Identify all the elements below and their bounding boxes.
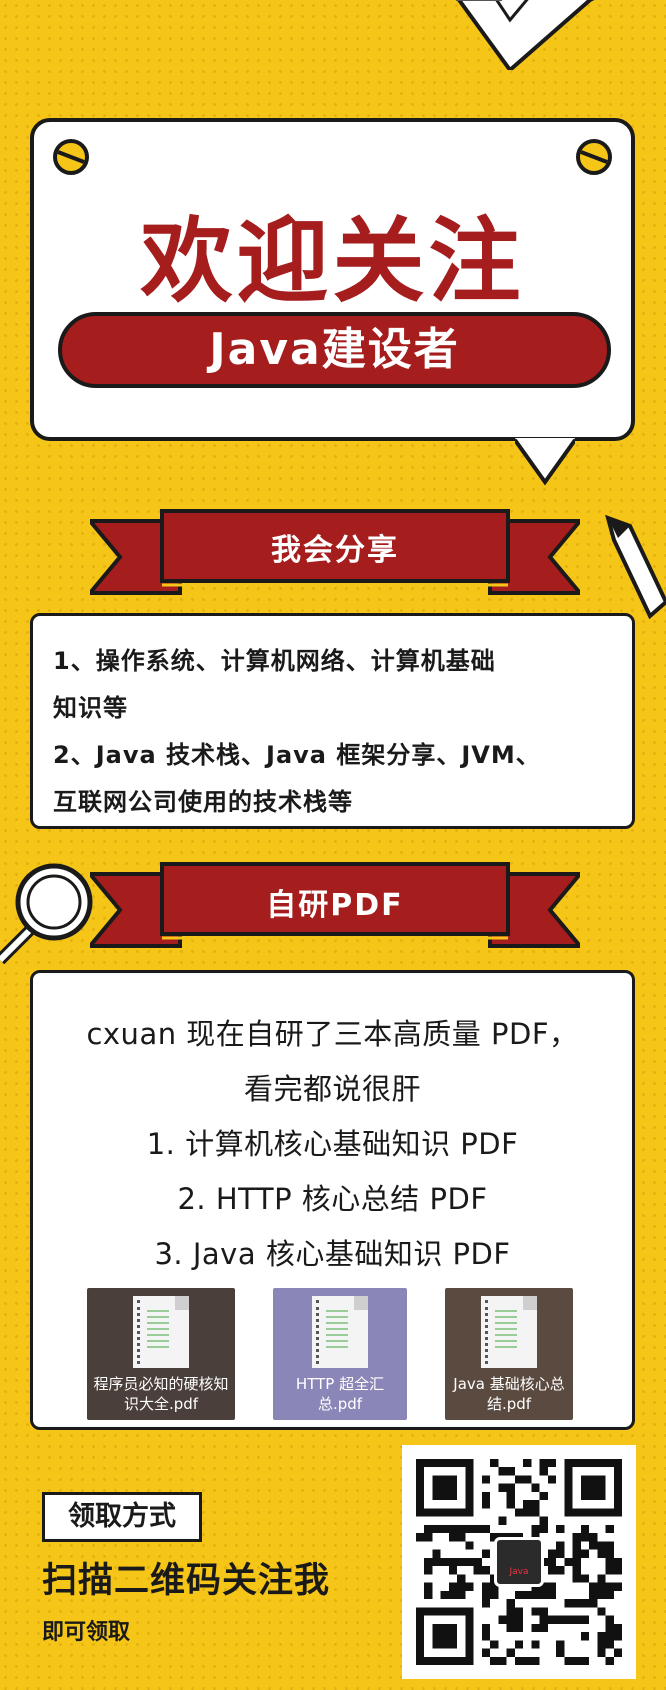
welcome-title: 欢迎关注 [140,208,525,315]
pin-icon [576,139,612,175]
pdf-thumbnail-caption: 程序员必知的硬核知识大全.pdf [93,1375,229,1413]
pdf-ribbon: 自研PDF [85,850,585,950]
get-instruction: 即可领取 [42,1620,131,1645]
pdf-thumbnail[interactable]: 程序员必知的硬核知识大全.pdf [87,1288,235,1420]
share-line: 1、操作系统、计算机网络、计算机基础 [53,647,496,675]
pdf-file-icon [312,1296,368,1368]
pdf-item: 3. Java 核心基础知识 PDF [154,1237,511,1271]
method-label: 领取方式 [42,1492,202,1542]
pdf-item: 1. 计算机核心基础知识 PDF [146,1127,519,1161]
share-heading: 我会分享 [271,533,399,568]
share-card: 1、操作系统、计算机网络、计算机基础 知识等 2、Java 技术栈、Java 框… [30,613,635,829]
book-decoration [456,0,595,70]
pdf-intro: 看完都说很肝 [243,1072,421,1106]
pin-icon [53,139,89,175]
pdf-card: cxuan 现在自研了三本高质量 PDF， 看完都说很肝 1. 计算机核心基础知… [30,970,635,1430]
pdf-heading: 自研PDF [266,888,404,923]
qr-center-logo: Java [494,1537,544,1587]
share-line: 互联网公司使用的技术栈等 [53,788,353,816]
speech-bubble-tail [515,438,575,486]
pdf-file-icon [133,1296,189,1368]
share-line: 2、Java 技术栈、Java 框架分享、JVM、 [53,741,541,769]
pdf-intro: cxuan 现在自研了三本高质量 PDF， [86,1017,579,1051]
pdf-file-icon [481,1296,537,1368]
magnifier-icon [0,863,93,965]
pdf-thumbnail[interactable]: Java 基础核心总结.pdf [445,1288,573,1420]
pdf-item: 2. HTTP 核心总结 PDF [177,1182,488,1216]
account-name: Java建设者 [58,312,611,388]
share-line: 知识等 [53,694,128,722]
share-ribbon: 我会分享 [85,497,585,597]
scan-instruction: 扫描二维码关注我 [42,1561,331,1601]
welcome-card: 欢迎关注 Java建设者 [30,118,635,441]
pdf-thumbnail-caption: Java 基础核心总结.pdf [453,1375,565,1413]
qr-code[interactable]: Java [402,1445,636,1679]
pdf-thumbnail-caption: HTTP 超全汇总.pdf [295,1375,385,1413]
pdf-thumbnail[interactable]: HTTP 超全汇总.pdf [273,1288,407,1420]
